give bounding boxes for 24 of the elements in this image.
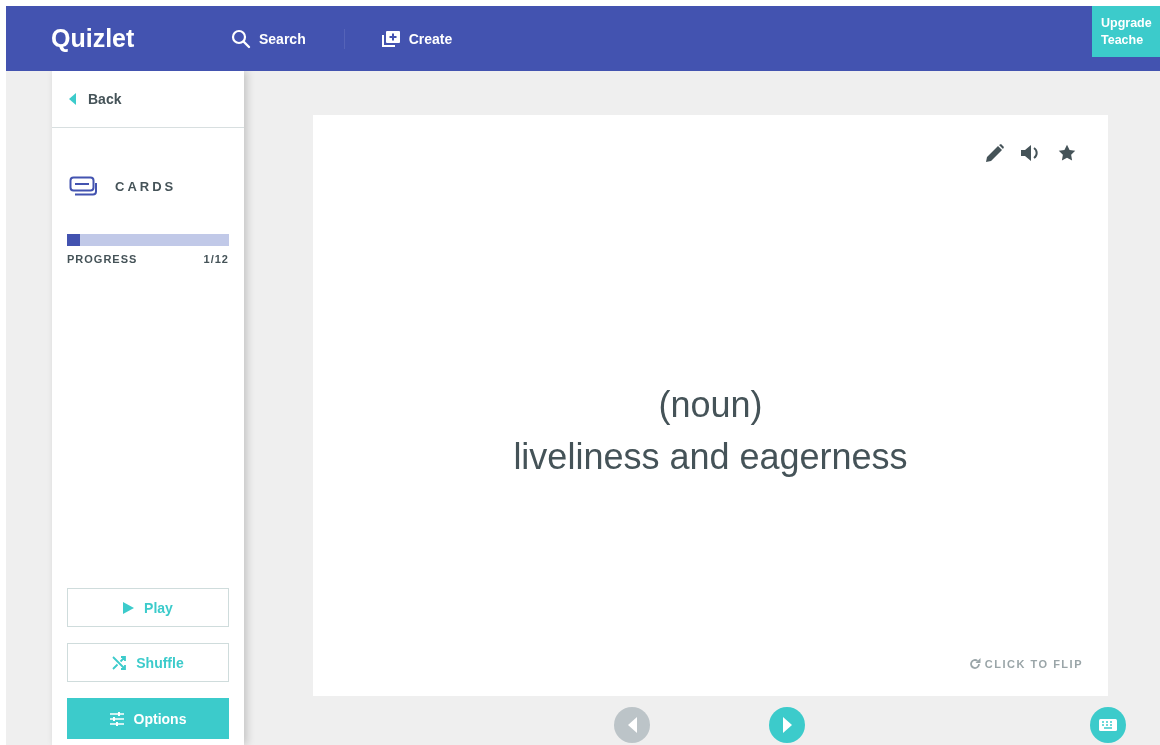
caret-icon bbox=[627, 717, 637, 733]
keyboard-icon bbox=[1099, 719, 1117, 731]
pencil-icon[interactable] bbox=[986, 144, 1004, 162]
card-text: liveliness and eagerness bbox=[513, 434, 908, 479]
caret-icon bbox=[782, 717, 792, 733]
search-icon bbox=[231, 28, 251, 49]
speaker-icon[interactable] bbox=[1021, 144, 1041, 162]
sliders-icon bbox=[109, 711, 124, 726]
progress-label: PROGRESS bbox=[67, 253, 138, 265]
progress-count: 1/12 bbox=[203, 253, 229, 265]
create-button[interactable]: Create bbox=[380, 29, 453, 48]
star-icon[interactable] bbox=[1058, 144, 1076, 162]
rotate-icon bbox=[968, 658, 981, 670]
search-button[interactable]: Search bbox=[231, 28, 306, 49]
play-icon bbox=[123, 601, 135, 614]
card-text: (noun) bbox=[657, 382, 764, 427]
logo[interactable]: Quizlet bbox=[51, 24, 231, 53]
back-button[interactable]: Back bbox=[52, 71, 244, 128]
mode-title: CARDS bbox=[115, 178, 177, 194]
add-card-icon bbox=[380, 29, 401, 48]
flashcard[interactable]: (noun) liveliness and eagerness CLICK TO FLIP bbox=[313, 115, 1108, 696]
cards-icon bbox=[69, 176, 99, 196]
shuffle-icon bbox=[112, 655, 127, 670]
caret-icon bbox=[69, 93, 76, 105]
